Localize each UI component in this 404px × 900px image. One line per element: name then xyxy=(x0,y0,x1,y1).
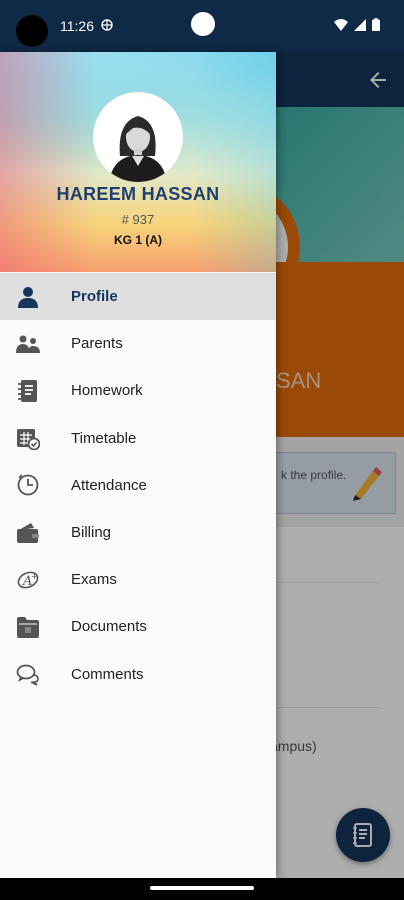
menu-label: Profile xyxy=(71,288,118,306)
notebook-icon xyxy=(16,379,40,403)
menu-label: Homework xyxy=(71,382,143,400)
student-id: # 937 xyxy=(121,212,155,227)
signal-icon xyxy=(354,18,366,31)
menu-label: Comments xyxy=(71,665,144,683)
system-nav-bar xyxy=(0,878,404,900)
drawer-menu: Profile Parents Homework Timetable Atten… xyxy=(0,273,276,698)
menu-label: Exams xyxy=(71,571,117,589)
exam-icon: A + xyxy=(16,568,40,592)
wallet-icon xyxy=(16,521,40,545)
menu-label: Documents xyxy=(71,618,147,636)
menu-label: Billing xyxy=(71,524,112,542)
system-icons xyxy=(334,18,380,31)
home-indicator[interactable] xyxy=(150,886,254,890)
avatar[interactable] xyxy=(93,92,183,182)
documents-icon xyxy=(16,615,40,639)
status-bar: 11:26 xyxy=(0,0,404,52)
parents-icon xyxy=(16,332,40,356)
menu-label: Attendance xyxy=(71,476,147,494)
drawer-header: HAREEM HASSAN # 937 KG 1 (A) xyxy=(0,52,276,272)
navigation-drawer: HAREEM HASSAN # 937 KG 1 (A) Profile Par… xyxy=(0,52,276,878)
menu-item-documents[interactable]: Documents xyxy=(0,603,276,650)
clock-icon xyxy=(16,473,40,497)
menu-item-profile[interactable]: Profile xyxy=(0,273,276,321)
menu-item-attendance[interactable]: Attendance xyxy=(0,462,276,509)
vpn-icon xyxy=(101,19,113,31)
comments-icon xyxy=(16,662,40,686)
wifi-icon xyxy=(334,18,348,31)
menu-item-exams[interactable]: A + Exams xyxy=(0,556,276,603)
menu-item-billing[interactable]: Billing xyxy=(0,509,276,556)
user-avatar-icon xyxy=(109,116,167,182)
status-time: 11:26 xyxy=(60,18,94,34)
menu-item-timetable[interactable]: Timetable xyxy=(0,415,276,462)
battery-icon xyxy=(372,18,380,31)
timetable-icon xyxy=(16,426,40,451)
svg-text:+: + xyxy=(31,572,38,581)
menu-label: Parents xyxy=(71,335,123,353)
student-name: HAREEM HASSAN xyxy=(56,184,220,204)
student-class: KG 1 (A) xyxy=(114,233,162,247)
menu-label: Timetable xyxy=(71,429,137,447)
menu-item-comments[interactable]: Comments xyxy=(0,651,276,698)
camera-cutout xyxy=(16,15,48,47)
front-camera xyxy=(191,12,215,36)
person-icon xyxy=(16,285,40,309)
menu-item-homework[interactable]: Homework xyxy=(0,367,276,414)
menu-item-parents[interactable]: Parents xyxy=(0,320,276,367)
